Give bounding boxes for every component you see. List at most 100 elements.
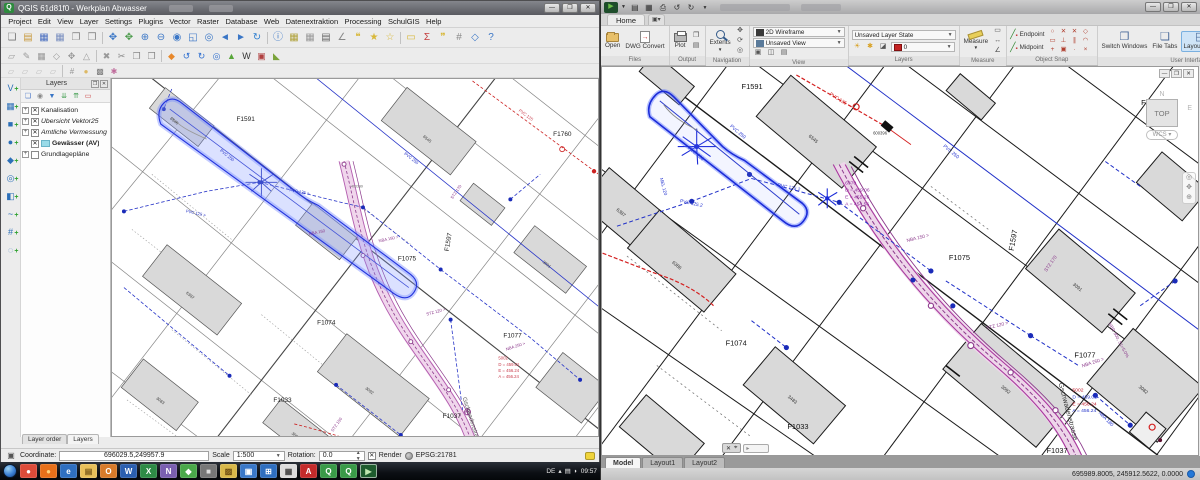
menu-web[interactable]: Web	[261, 17, 283, 26]
zoom-icon[interactable]: ⊕	[1186, 194, 1192, 202]
trueview-app-icon[interactable]: ▶	[604, 2, 618, 13]
qgis-titlebar[interactable]: Q QGIS 61d81f0 - Werkplan Abwasser — ❐ ✕	[1, 1, 599, 15]
command-tools-icon[interactable]: ⌖	[734, 445, 737, 452]
preview-icon[interactable]: ▤	[691, 42, 702, 51]
layer-checkbox[interactable]: ✕	[31, 140, 39, 148]
current-edits-icon[interactable]: ▱	[4, 49, 19, 62]
file-tabs-button[interactable]: ❏File Tabs	[1151, 32, 1178, 51]
refresh-map-icon[interactable]: ↻	[249, 30, 265, 45]
redo-icon[interactable]: ↻	[685, 2, 697, 13]
undo-icon[interactable]: ↺	[671, 2, 683, 13]
ribbon-options-dropdown[interactable]: ▣▾	[648, 14, 665, 25]
gray-app-icon[interactable]: ■	[200, 464, 217, 478]
save-project-icon[interactable]: ▦	[36, 30, 52, 45]
full-navigation-wheel-icon[interactable]: ◎	[1186, 174, 1192, 182]
grid-tool-icon[interactable]: #	[65, 65, 79, 77]
doc-minimize-button[interactable]: —	[1159, 69, 1170, 78]
close-button[interactable]: ✕	[580, 3, 596, 13]
extension-snap-icon[interactable]: ▭	[1048, 37, 1058, 45]
excel-icon[interactable]: X	[140, 464, 157, 478]
paste-features-icon[interactable]: ❒	[144, 49, 159, 62]
onenote-icon[interactable]: N	[160, 464, 177, 478]
layer-checkbox[interactable]	[31, 151, 39, 159]
composer-grid-icon[interactable]: ▩	[93, 65, 107, 77]
volume-icon[interactable]: ◗	[574, 468, 578, 475]
menu-layer[interactable]: Layer	[77, 17, 102, 26]
show-bookmarks-icon[interactable]: ☆	[382, 30, 398, 45]
cut-features-icon[interactable]: ✂	[114, 49, 129, 62]
layer-item-kanalisation[interactable]: + ✕ Kanalisation	[22, 105, 109, 116]
remote-app-icon[interactable]: ▦	[280, 464, 297, 478]
expand-icon[interactable]: +	[22, 107, 29, 114]
tangent-snap-icon[interactable]: ◠	[1081, 37, 1091, 45]
composer-manager-icon[interactable]: ❒	[84, 30, 100, 45]
menu-project[interactable]: Project	[5, 17, 35, 26]
selected-water-feature[interactable]	[159, 99, 417, 298]
layer-item-uebersicht[interactable]: + ✕ Übersicht Vektor25	[22, 116, 109, 127]
display-icon[interactable]: ▤	[565, 467, 571, 475]
pan-icon[interactable]: ✥	[1186, 184, 1192, 192]
deselect-features-icon[interactable]: ▦	[302, 30, 318, 45]
layer-item-amtliche-vermessung[interactable]: + ✕ Amtliche Vermessung	[22, 127, 109, 138]
chrome-icon[interactable]: ●	[20, 464, 37, 478]
render-checkbox[interactable]: ✕	[368, 452, 376, 460]
open-icon[interactable]: ▤	[629, 2, 641, 13]
zoom-out-icon[interactable]: ⊖	[153, 30, 169, 45]
digitize-circle-icon[interactable]: ▱	[4, 65, 18, 77]
named-views-icon[interactable]: ◫	[766, 49, 777, 58]
qgis-map-canvas[interactable]: F1591F1760F1075F1597F1074F1077F1033F1037…	[112, 79, 599, 437]
viewcube-top-face[interactable]: TOP	[1146, 99, 1178, 127]
plot-button[interactable]: Plot	[673, 33, 688, 50]
layer-checkbox[interactable]: ✕	[31, 129, 39, 137]
tab-home[interactable]: Home	[607, 14, 645, 25]
add-wms-layer-icon[interactable]: ◎+	[3, 170, 19, 186]
menu-datenextraktion[interactable]: Datenextraktion	[282, 17, 341, 26]
quick-measure-icon[interactable]: ▭	[992, 27, 1003, 36]
viewcube-north[interactable]: N	[1140, 91, 1184, 98]
add-wfs-layer-icon[interactable]: ~+	[3, 206, 19, 222]
map-tips-icon[interactable]: ❝	[350, 30, 366, 45]
redo-icon[interactable]: ↻	[194, 49, 209, 62]
apparent-snap-icon[interactable]: ·	[1070, 46, 1080, 54]
filter-legend-icon[interactable]: ▼	[46, 91, 58, 102]
digitize-rect-icon[interactable]: ▱	[32, 65, 46, 77]
zoom-in-icon[interactable]: ⊕	[137, 30, 153, 45]
menu-plugins[interactable]: Plugins	[135, 17, 166, 26]
internet-explorer-icon[interactable]: e	[60, 464, 77, 478]
named-view-select[interactable]: Unsaved View▼	[753, 38, 845, 48]
word-icon[interactable]: W	[120, 464, 137, 478]
perpendicular-snap-icon[interactable]: ⊥	[1059, 37, 1069, 45]
snapping-options-icon[interactable]: ◆	[164, 49, 179, 62]
attributes-dock-icon[interactable]: ▣	[254, 49, 269, 62]
coordinate-capture-icon[interactable]: ▣	[5, 450, 17, 461]
python-console-icon[interactable]: ◇	[467, 30, 483, 45]
measure-line-icon[interactable]: ∠	[334, 30, 350, 45]
dock-tab-layers[interactable]: Layers	[67, 434, 99, 444]
menu-raster[interactable]: Raster	[194, 17, 222, 26]
windows-app-icon[interactable]: ⊞	[260, 464, 277, 478]
batch-plot-icon[interactable]: ❐	[691, 32, 702, 41]
viewcube-east[interactable]: E	[1187, 105, 1192, 112]
status-toggle-icon[interactable]	[1187, 470, 1195, 478]
zoom-to-layer-icon[interactable]: ◎	[209, 49, 224, 62]
layer-checkbox[interactable]: ✕	[31, 118, 39, 126]
command-close-icon[interactable]: ✕	[726, 445, 731, 452]
menu-settings[interactable]: Settings	[102, 17, 135, 26]
menu-view[interactable]: View	[54, 17, 77, 26]
doc-restore-button[interactable]: ❐	[1171, 69, 1182, 78]
layer-state-select[interactable]: Unsaved Layer State▼	[852, 30, 956, 40]
dwg-convert-button[interactable]: →DWG Convert	[624, 31, 665, 51]
save-project-as-icon[interactable]: ▦	[52, 30, 68, 45]
navigation-bar-icon[interactable]: ▤	[779, 49, 790, 58]
add-database-layer-icon[interactable]: ■+	[3, 116, 19, 132]
layer-freeze-sun-icon[interactable]: ✱	[865, 43, 876, 52]
copy-features-icon[interactable]: ❐	[129, 49, 144, 62]
layer-lock-icon[interactable]: ◪	[878, 43, 889, 52]
labeling-icon[interactable]: ▭	[403, 30, 419, 45]
quadrant-snap-icon[interactable]: ◇	[1081, 28, 1091, 36]
layer-item-gewaesser[interactable]: ✕ Gewässer (AV)	[22, 138, 109, 149]
minimize-button[interactable]: —	[544, 3, 560, 13]
language-indicator[interactable]: DE	[546, 468, 555, 475]
trueview-titlebar[interactable]: ▶ ▼ ▤ ▦ ⎙ ↺ ↻ ▼ Autodesk DWG TrueView 20…	[601, 0, 1200, 14]
pan-icon[interactable]: ✥	[735, 27, 746, 36]
